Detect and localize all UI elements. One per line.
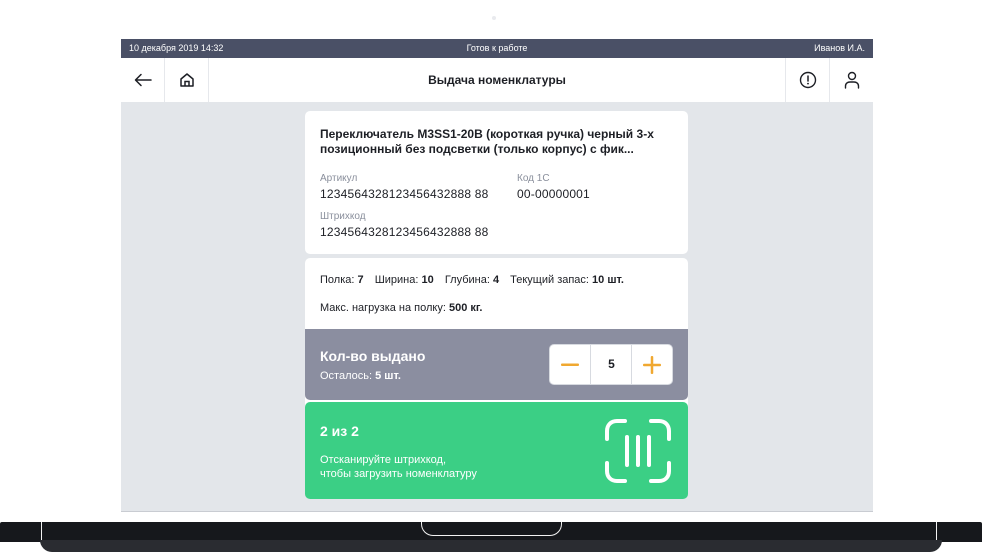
width-value: 10	[421, 274, 434, 286]
depth-value: 4	[492, 274, 500, 286]
increment-button[interactable]	[631, 345, 672, 384]
user-icon	[844, 71, 859, 89]
shelf-label: Полка:	[320, 274, 355, 286]
quantity-stepper: 5	[549, 344, 673, 385]
alert-circle-icon	[799, 71, 816, 89]
depth-label: Глубина:	[444, 274, 490, 286]
remaining-value: 5 шт.	[375, 370, 401, 382]
scan-hint-line2: чтобы загрузить номенклатуру	[320, 468, 477, 480]
camera-dot	[492, 16, 496, 20]
quantity-panel: Кол-во выдано Осталось: 5 шт. 5	[305, 329, 688, 400]
header: Выдача номенклатуры	[121, 58, 873, 102]
code-value: 00-00000001	[517, 187, 590, 201]
item-name-line1: Переключатель M3SS1-20B (короткая ручка)…	[320, 127, 654, 141]
plus-icon	[643, 355, 661, 374]
barcode-scan-icon	[605, 419, 671, 483]
profile-button[interactable]	[829, 58, 873, 102]
item-info-card: Переключатель M3SS1-20B (короткая ручка)…	[305, 111, 688, 254]
barcode-label: Штрихкод	[320, 211, 366, 222]
home-button[interactable]	[165, 58, 209, 102]
remaining-label: Осталось:	[320, 370, 373, 382]
decrement-button[interactable]	[550, 345, 591, 384]
status-user: Иванов И.А.	[814, 43, 865, 53]
home-icon	[179, 73, 194, 87]
scan-card[interactable]: 2 из 2 Отсканируйте штрихкод, чтобы загр…	[305, 402, 688, 499]
article-label: Артикул	[320, 173, 358, 184]
minus-icon	[561, 363, 579, 366]
shelf-params: Полка: 7 Ширина: 10 Глубина: 4 Текущий з…	[320, 274, 624, 286]
info-button[interactable]	[785, 58, 829, 102]
scan-count: 2 из 2	[320, 423, 359, 439]
shelf-value: 7	[357, 274, 364, 286]
article-value: 1234564328123456432888 88	[320, 187, 489, 201]
status-text: Готов к работе	[466, 43, 528, 53]
quantity-label: Кол-во выдано	[320, 348, 426, 364]
stock-label: Текущий запас:	[510, 274, 589, 286]
barcode-value: 1234564328123456432888 88	[320, 225, 489, 239]
max-load: Макс. нагрузка на полку: 500 кг.	[320, 302, 482, 314]
laptop-hinge-right	[936, 522, 982, 542]
back-button[interactable]	[121, 58, 165, 102]
laptop-lip	[40, 540, 942, 552]
item-name-line2: позиционный без подсветки (только корпус…	[320, 142, 634, 156]
code-label: Код 1С	[517, 173, 550, 184]
width-label: Ширина:	[374, 274, 419, 286]
status-bar: 10 декабря 2019 14:32 Готов к работе Ива…	[121, 39, 873, 58]
quantity-value[interactable]: 5	[591, 357, 632, 371]
max-load-value: 500 кг.	[448, 302, 483, 314]
arrow-left-icon	[134, 73, 152, 87]
remaining: Осталось: 5 шт.	[320, 370, 401, 382]
item-name: Переключатель M3SS1-20B (короткая ручка)…	[320, 127, 670, 157]
laptop-hinge-left	[0, 522, 42, 542]
scan-hint-line1: Отсканируйте штрихкод,	[320, 454, 447, 466]
laptop-base	[0, 522, 982, 552]
max-load-label: Макс. нагрузка на полку:	[320, 302, 446, 314]
app-screen: 10 декабря 2019 14:32 Готов к работе Ива…	[121, 39, 873, 512]
page-title: Выдача номенклатуры	[428, 73, 566, 87]
laptop-notch	[421, 522, 562, 536]
stock-value: 10 шт.	[592, 274, 624, 286]
